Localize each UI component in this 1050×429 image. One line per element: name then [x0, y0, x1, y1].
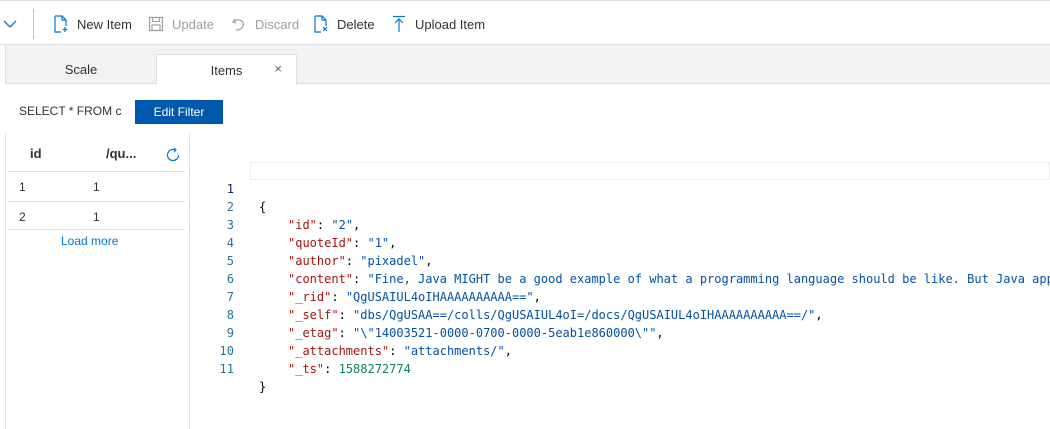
upload-item-button[interactable]: Upload Item: [391, 13, 485, 35]
new-item-label: New Item: [77, 16, 132, 32]
delete-button[interactable]: Delete: [313, 13, 375, 35]
row-1-id[interactable]: 1: [19, 180, 26, 194]
toolbar-divider: [33, 9, 34, 39]
json-value: "dbs/QgUSAA==/colls/QgUSAIUL4oI=/docs/Qg…: [353, 308, 816, 322]
json-value: "attachments/": [403, 344, 505, 358]
json-key: "_ts": [288, 362, 325, 376]
json-key: "_self": [288, 308, 339, 322]
row-divider: [8, 201, 185, 202]
tab-items-label: Items: [210, 62, 243, 78]
row-divider: [8, 229, 185, 230]
open-brace: {: [259, 200, 267, 214]
editor-line: 8 "_etag": "\"14003521-0000-0700-0000-5e…: [190, 288, 664, 340]
chevron-down-icon[interactable]: [2, 17, 18, 31]
editor-line: 5 "content": "Fine, Java MIGHT be a good…: [190, 234, 1050, 286]
tab-strip: Scale Items ×: [5, 45, 1050, 85]
json-value: "QgUSAIUL4oIHAAAAAAAAAA==": [345, 290, 534, 304]
json-key: "quoteId": [288, 236, 354, 250]
discard-button[interactable]: Discard: [231, 13, 299, 35]
left-panel-border: [5, 134, 6, 429]
editor-line: 9 "_attachments": "attachments/",: [190, 306, 512, 358]
upload-item-label: Upload Item: [415, 16, 486, 32]
new-item-button[interactable]: New Item: [53, 13, 132, 35]
editor-line: 11 }: [190, 342, 267, 394]
editor-line: 10 "_ts": 1588272774: [190, 324, 411, 376]
save-icon: [148, 16, 164, 32]
undo-icon: [232, 18, 244, 31]
line-number: 11: [219, 362, 234, 376]
command-bar: New Item Update Discard Delete Upload It…: [0, 0, 1050, 45]
column-header-quoteid[interactable]: /qu...: [106, 146, 136, 161]
json-key: "author": [288, 254, 346, 268]
filter-query: SELECT * FROM c: [19, 104, 122, 118]
refresh-icon[interactable]: [165, 147, 181, 163]
json-key: "_etag": [288, 326, 339, 340]
editor-line: 2 "id": "2",: [190, 180, 361, 232]
update-button[interactable]: Update: [148, 13, 214, 35]
editor-line: 7 "_self": "dbs/QgUSAA==/colls/QgUSAIUL4…: [190, 270, 823, 322]
delete-label: Delete: [337, 16, 375, 32]
json-value: "Fine, Java MIGHT be a good example of w…: [367, 272, 1050, 286]
edit-filter-button[interactable]: Edit Filter: [135, 100, 223, 124]
json-editor[interactable]: 1 { 2 "id": "2", 3 "quoteId": "1", 4 "au…: [190, 160, 1050, 429]
editor-line: 3 "quoteId": "1",: [190, 198, 397, 250]
new-document-icon: [54, 15, 68, 33]
json-key: "_rid": [288, 290, 332, 304]
tab-scale-label: Scale: [64, 61, 98, 77]
editor-line: 6 "_rid": "QgUSAIUL4oIHAAAAAAAAAA==",: [190, 252, 541, 304]
upload-icon: [393, 15, 405, 32]
json-key: "_attachments": [288, 344, 390, 358]
close-icon[interactable]: ×: [274, 61, 282, 76]
json-value: 1588272774: [338, 362, 411, 376]
tab-items[interactable]: Items ×: [156, 54, 297, 85]
current-line-highlight: [250, 162, 1050, 180]
json-value: "\"14003521-0000-0700-0000-5eab1e860000\…: [353, 326, 657, 340]
editor-line: 4 "author": "pixadel",: [190, 216, 433, 268]
row-1-quoteid[interactable]: 1: [93, 180, 100, 194]
json-value: "1": [367, 236, 390, 250]
json-key: "content": [288, 272, 354, 286]
column-header-id[interactable]: id: [30, 146, 42, 161]
row-2-quoteid[interactable]: 1: [93, 210, 100, 224]
tab-scale[interactable]: Scale: [6, 54, 156, 84]
load-more-link[interactable]: Load more: [61, 234, 118, 248]
close-brace: }: [259, 380, 267, 394]
update-label: Update: [172, 16, 214, 32]
json-key: "id": [288, 218, 317, 232]
editor-line: 1 {: [190, 162, 266, 214]
json-value: "2": [331, 218, 354, 232]
discard-label: Discard: [255, 16, 300, 32]
json-value: "pixadel": [360, 254, 426, 268]
row-divider: [8, 171, 185, 172]
row-2-id[interactable]: 2: [19, 210, 26, 224]
delete-document-icon: [314, 15, 328, 33]
